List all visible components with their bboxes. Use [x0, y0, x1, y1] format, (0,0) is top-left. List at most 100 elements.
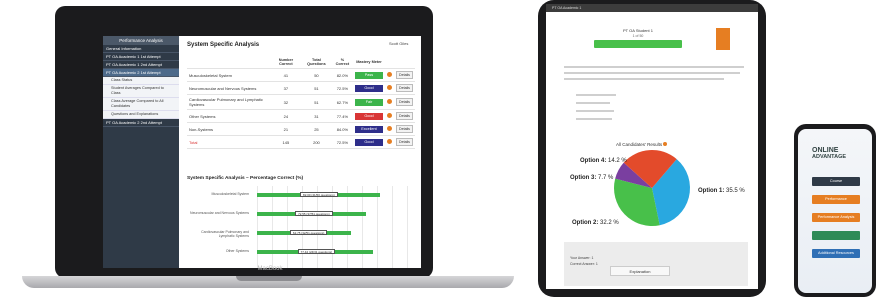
pie-label-name: Option 3 [570, 175, 595, 181]
mastery-cell: Good [352, 81, 385, 95]
text-line [564, 78, 724, 80]
bar-value-label: 72.55 (37/51 questions) [295, 211, 333, 216]
info-icon[interactable] [386, 85, 392, 90]
bar-label: Cardiovascular Pulmonary and Lymphatic S… [201, 230, 249, 238]
question-sub: 1 of 50 [632, 34, 644, 38]
details-button[interactable]: Details [395, 112, 413, 120]
answer-line: Your Answer: 1 [570, 256, 594, 260]
mastery-cell: Fair [352, 94, 385, 110]
sidebar-item[interactable]: PT OA Academic 2 1st Attempt [103, 69, 179, 77]
sidebar-item[interactable]: PT OA Academic 1 1st Attempt [103, 53, 179, 61]
details-cell: Details [393, 122, 415, 136]
percent-correct: 82.0% [331, 68, 353, 82]
laptop-brand: MacBook [257, 266, 283, 272]
system-table: Number Correct Total Questions% Correct Ma… [187, 56, 415, 149]
details-button[interactable]: Details [395, 84, 413, 92]
menu-button[interactable]: Performance [812, 195, 860, 204]
laptop-notch [236, 276, 302, 281]
system-name: Other Systems [187, 109, 271, 123]
column-header: Number Correct [270, 56, 302, 69]
mastery-cell: Excellent [352, 122, 385, 136]
logo-line1: ONLINE [812, 147, 839, 154]
answer-line: Correct Answer: 1 [570, 262, 598, 266]
percent-correct: 84.0% [331, 122, 353, 136]
progress-pill [594, 40, 682, 48]
pie-label-name: Option 4 [580, 158, 605, 164]
percent-correct: 77.4% [331, 109, 353, 123]
details-button[interactable]: Details [395, 125, 413, 133]
logo-line2: ADVANTAGE [812, 154, 847, 160]
menu-button[interactable] [812, 231, 860, 240]
info-icon[interactable] [386, 113, 392, 118]
details-cell: Details [393, 109, 415, 123]
indicator-cell [384, 94, 394, 110]
mastery-meter: Good [354, 138, 383, 146]
column-header [384, 56, 394, 69]
pie-label-name: Option 2 [572, 220, 597, 226]
system-name: Total [187, 135, 271, 149]
sidebar: Performance Analysis General Information… [103, 36, 179, 268]
system-name: Non-Systems [187, 122, 271, 136]
menu-button[interactable]: Course [812, 177, 860, 186]
sidebar-subitem[interactable]: Class Average Compared to All Candidates [103, 98, 179, 111]
option-line[interactable] [576, 110, 614, 112]
mastery-meter: Fair [354, 98, 383, 106]
sidebar-item[interactable]: General Information [103, 45, 179, 53]
system-name: Musculoskeletal System [187, 68, 271, 82]
menu-button[interactable]: Performance Analysis [812, 213, 860, 222]
total-questions: 31 [301, 109, 332, 123]
info-icon[interactable] [386, 99, 392, 104]
details-button[interactable]: Details [395, 138, 413, 146]
table-row: Non-Systems 21 25 84.0% Excellent Details [187, 122, 415, 136]
pie-label: Option 1: 35.5 % [698, 188, 745, 194]
percent-correct: 72.5% [331, 135, 353, 149]
pie-label-value: 14.2 % [608, 158, 627, 164]
sidebar-subitem[interactable]: Student Averages Compared to Class [103, 85, 179, 98]
bar-label: Neuromuscular and Nervous Systems [190, 211, 249, 215]
grid-line [347, 186, 348, 268]
pie-label: Option 4: 14.2 % [580, 158, 627, 164]
grid-line [257, 186, 258, 268]
bar-value-label: 77.42 (24/31 questions) [297, 249, 336, 254]
sidebar-subitem[interactable]: Questions and Explanations [103, 111, 179, 119]
indicator-cell [384, 81, 394, 95]
number-correct: 41 [270, 68, 302, 82]
laptop-screen: Performance Analysis General Information… [103, 36, 421, 268]
pie-label: Option 3: 7.7 % [570, 175, 614, 181]
info-icon[interactable] [386, 126, 392, 131]
system-name: Cardiovascular Pulmonary and Lymphatic S… [187, 94, 271, 110]
sidebar-subitem[interactable]: Class Status [103, 77, 179, 85]
option-line[interactable] [576, 102, 610, 104]
user-name[interactable]: Scott Giles [389, 41, 408, 46]
grid-line [302, 186, 303, 268]
sidebar-item[interactable]: PT OA Academic 2 2nd Attempt [103, 119, 179, 127]
system-name: Neuromuscular and Nervous Systems [187, 81, 271, 95]
bar-value-label: 82.00 (41/50 questions) [300, 192, 338, 197]
grid-line [377, 186, 378, 268]
grid-line [272, 186, 273, 268]
tablet-screen: PT OA Academic 1 PT OA Student 1 1 of 50… [546, 4, 758, 289]
sidebar-item[interactable]: PT OA Academic 1 2nd Attempt [103, 61, 179, 69]
bar-section-title: System Specific Analysis – Percentage Co… [187, 176, 304, 181]
mastery-meter: Good [354, 84, 383, 92]
bar-label: Musculoskeletal System [211, 192, 249, 196]
details-button[interactable]: Details [395, 71, 413, 79]
pie-label-value: 7.7 % [598, 175, 614, 181]
pie-label-name: Option 1 [698, 188, 723, 194]
table-row: Total 145 200 72.5% Good Details [187, 135, 415, 149]
pie-label-value: 35.5 % [726, 188, 745, 194]
explanation-button[interactable]: Explanation [610, 266, 670, 276]
option-line[interactable] [576, 94, 616, 96]
option-line[interactable] [576, 118, 612, 120]
number-correct: 21 [270, 122, 302, 136]
menu-button[interactable]: Additional Resources [812, 249, 860, 258]
info-icon[interactable] [386, 72, 392, 77]
info-icon[interactable] [386, 139, 392, 144]
details-button[interactable]: Details [395, 98, 413, 106]
bookmark-icon[interactable] [716, 28, 730, 50]
column-header: % Correct [331, 56, 353, 69]
tablet-header-bar: PT OA Academic 1 [546, 4, 758, 12]
answer-panel: Your Answer: 1 Correct Answer: 1 [564, 242, 748, 286]
indicator-cell [384, 68, 394, 82]
grid-line [287, 186, 288, 268]
